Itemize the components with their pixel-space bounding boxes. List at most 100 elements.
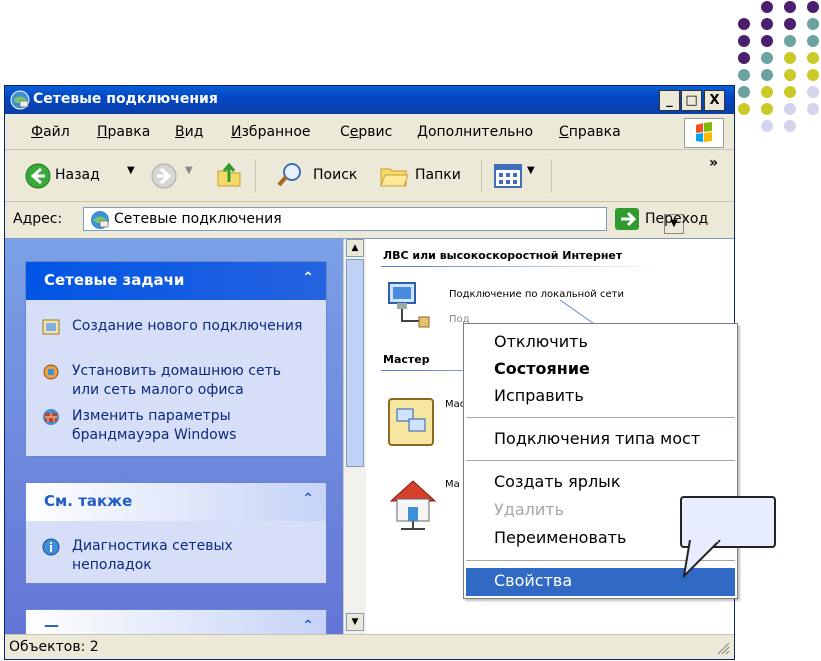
decorative-dot bbox=[807, 35, 819, 47]
decorative-dot bbox=[807, 52, 819, 64]
decorative-dot bbox=[761, 18, 773, 30]
decorative-dot bbox=[738, 103, 750, 115]
task-label: Диагностика сетевых неполадок bbox=[72, 538, 233, 573]
menu-bar: Файл Правка Вид Избранное Сервис Дополнительн… bbox=[5, 115, 734, 150]
home-network-icon bbox=[43, 364, 59, 380]
menu-item-3[interactable]: Избранное bbox=[231, 124, 311, 140]
see-also-panel: См. также ⌃ Диагностика сетевых неполадо… bbox=[25, 482, 327, 584]
status-text: Объектов: 2 bbox=[9, 639, 99, 655]
home-network-wizard-icon bbox=[389, 480, 437, 530]
maximize-button[interactable]: □ bbox=[681, 90, 702, 111]
lan-connection-icon bbox=[388, 282, 430, 328]
decorative-dot bbox=[784, 18, 796, 30]
decorative-dot bbox=[761, 103, 773, 115]
firewall-icon bbox=[43, 409, 59, 425]
scroll-down-icon[interactable]: ▼ bbox=[346, 613, 364, 631]
panel-title: — bbox=[44, 616, 59, 634]
toolbar-separator bbox=[255, 159, 256, 193]
menu-item-create-shortcut[interactable]: Создать ярлык bbox=[494, 472, 620, 491]
task-label: Создание нового подключения bbox=[72, 318, 303, 334]
menu-item-delete[interactable]: Удалить bbox=[494, 500, 564, 519]
callout-tail bbox=[682, 540, 721, 579]
scroll-thumb[interactable] bbox=[346, 259, 364, 467]
decorative-dot bbox=[738, 69, 750, 81]
folders-icon[interactable] bbox=[379, 163, 409, 189]
views-icon[interactable] bbox=[493, 163, 523, 189]
search-button-label[interactable]: Поиск bbox=[313, 167, 357, 183]
menu-separator bbox=[466, 417, 735, 418]
go-button-label[interactable]: Переход bbox=[645, 211, 708, 227]
decorative-dot bbox=[738, 52, 750, 64]
forward-dropdown-icon[interactable]: ▼ bbox=[185, 165, 193, 176]
back-arrow-icon[interactable] bbox=[25, 163, 51, 189]
go-arrow-icon[interactable] bbox=[615, 208, 639, 230]
menu-item-rename[interactable]: Переименовать bbox=[494, 528, 626, 547]
decorative-dot bbox=[784, 120, 796, 132]
menu-item-2[interactable]: Вид bbox=[175, 124, 203, 140]
network-connections-icon bbox=[10, 90, 30, 110]
menu-item-1[interactable]: Правка bbox=[97, 124, 150, 140]
menu-item-repair[interactable]: Исправить bbox=[494, 386, 584, 405]
menu-item-status[interactable]: Состояние bbox=[494, 359, 590, 378]
decorative-dot bbox=[761, 120, 773, 132]
decorative-dot bbox=[784, 103, 796, 115]
address-input[interactable]: Сетевые подключения ▼ bbox=[83, 207, 684, 234]
panel-title: См. также bbox=[44, 492, 133, 510]
windows-logo-icon bbox=[684, 118, 724, 148]
network-tasks-header[interactable]: Сетевые задачи ⌃ bbox=[26, 262, 326, 300]
menu-item-4[interactable]: Сервис bbox=[340, 124, 392, 140]
toolbar-separator bbox=[551, 159, 552, 193]
window-title: Сетевые подключения bbox=[33, 91, 218, 107]
decorative-dot bbox=[761, 1, 773, 13]
collapse-chevron-icon[interactable]: ⌃ bbox=[302, 270, 314, 286]
minimize-button[interactable]: _ bbox=[659, 90, 680, 111]
see-also-header[interactable]: См. также ⌃ bbox=[26, 483, 326, 521]
back-button-label[interactable]: Назад bbox=[55, 167, 100, 183]
decorative-dot bbox=[784, 35, 796, 47]
new-connection-wizard-icon bbox=[388, 398, 434, 446]
decorative-dot bbox=[761, 69, 773, 81]
decorative-dot bbox=[761, 52, 773, 64]
group-header-lan: ЛВС или высокоскоростной Интернет bbox=[383, 249, 623, 262]
menu-item-0[interactable]: Файл bbox=[31, 124, 70, 140]
network-connections-icon bbox=[91, 211, 109, 229]
title-bar[interactable]: Сетевые подключения _ □ X bbox=[5, 86, 734, 114]
menu-separator bbox=[466, 460, 735, 461]
resize-grip-icon[interactable] bbox=[716, 641, 730, 655]
collapse-chevron-icon[interactable]: ⌃ bbox=[302, 618, 314, 634]
collapse-chevron-icon[interactable]: ⌃ bbox=[302, 491, 314, 507]
menu-item-properties[interactable]: Свойства bbox=[494, 571, 572, 590]
toolbar-separator bbox=[481, 159, 482, 193]
menu-item-bridge[interactable]: Подключения типа мост bbox=[494, 429, 700, 448]
decorative-dot bbox=[761, 86, 773, 98]
group-divider bbox=[381, 266, 661, 267]
folders-button-label[interactable]: Папки bbox=[415, 167, 461, 183]
decorative-dot bbox=[807, 69, 819, 81]
decorative-dot bbox=[784, 1, 796, 13]
menu-item-disconnect[interactable]: Отключить bbox=[494, 332, 588, 351]
menu-item-6[interactable]: Справка bbox=[559, 124, 621, 140]
vertical-scrollbar[interactable]: ▲ ▼ bbox=[343, 239, 366, 635]
forward-arrow-icon[interactable] bbox=[151, 163, 177, 189]
close-button[interactable]: X bbox=[704, 90, 725, 111]
decorative-dot bbox=[807, 103, 819, 115]
toolbar: Назад ▼ ▼ Поиск Папки ▼ » bbox=[5, 151, 734, 202]
back-dropdown-icon[interactable]: ▼ bbox=[127, 165, 135, 176]
toolbar-chevron-icon[interactable]: » bbox=[709, 155, 718, 171]
menu-item-5[interactable]: Дополнительно bbox=[417, 124, 533, 140]
address-value: Сетевые подключения bbox=[114, 211, 282, 227]
tasks-pane: Сетевые задачи ⌃ Создание нового подключ… bbox=[5, 239, 343, 649]
search-icon[interactable] bbox=[275, 161, 305, 189]
decorative-dot bbox=[807, 1, 819, 13]
decorative-dot bbox=[738, 18, 750, 30]
address-bar: Адрес: Сетевые подключения ▼ Переход bbox=[5, 203, 734, 235]
decorative-dot bbox=[807, 18, 819, 30]
status-bar: Объектов: 2 bbox=[5, 634, 734, 659]
decorative-dot bbox=[807, 86, 819, 98]
network-tasks-panel: Сетевые задачи ⌃ Создание нового подключ… bbox=[25, 261, 327, 457]
new-connection-icon bbox=[42, 319, 60, 335]
task-label: Установить домашнюю сеть или сеть малого… bbox=[72, 363, 281, 398]
up-folder-icon[interactable] bbox=[215, 161, 243, 189]
scroll-up-icon[interactable]: ▲ bbox=[346, 239, 364, 257]
views-dropdown-icon[interactable]: ▼ bbox=[527, 165, 535, 176]
